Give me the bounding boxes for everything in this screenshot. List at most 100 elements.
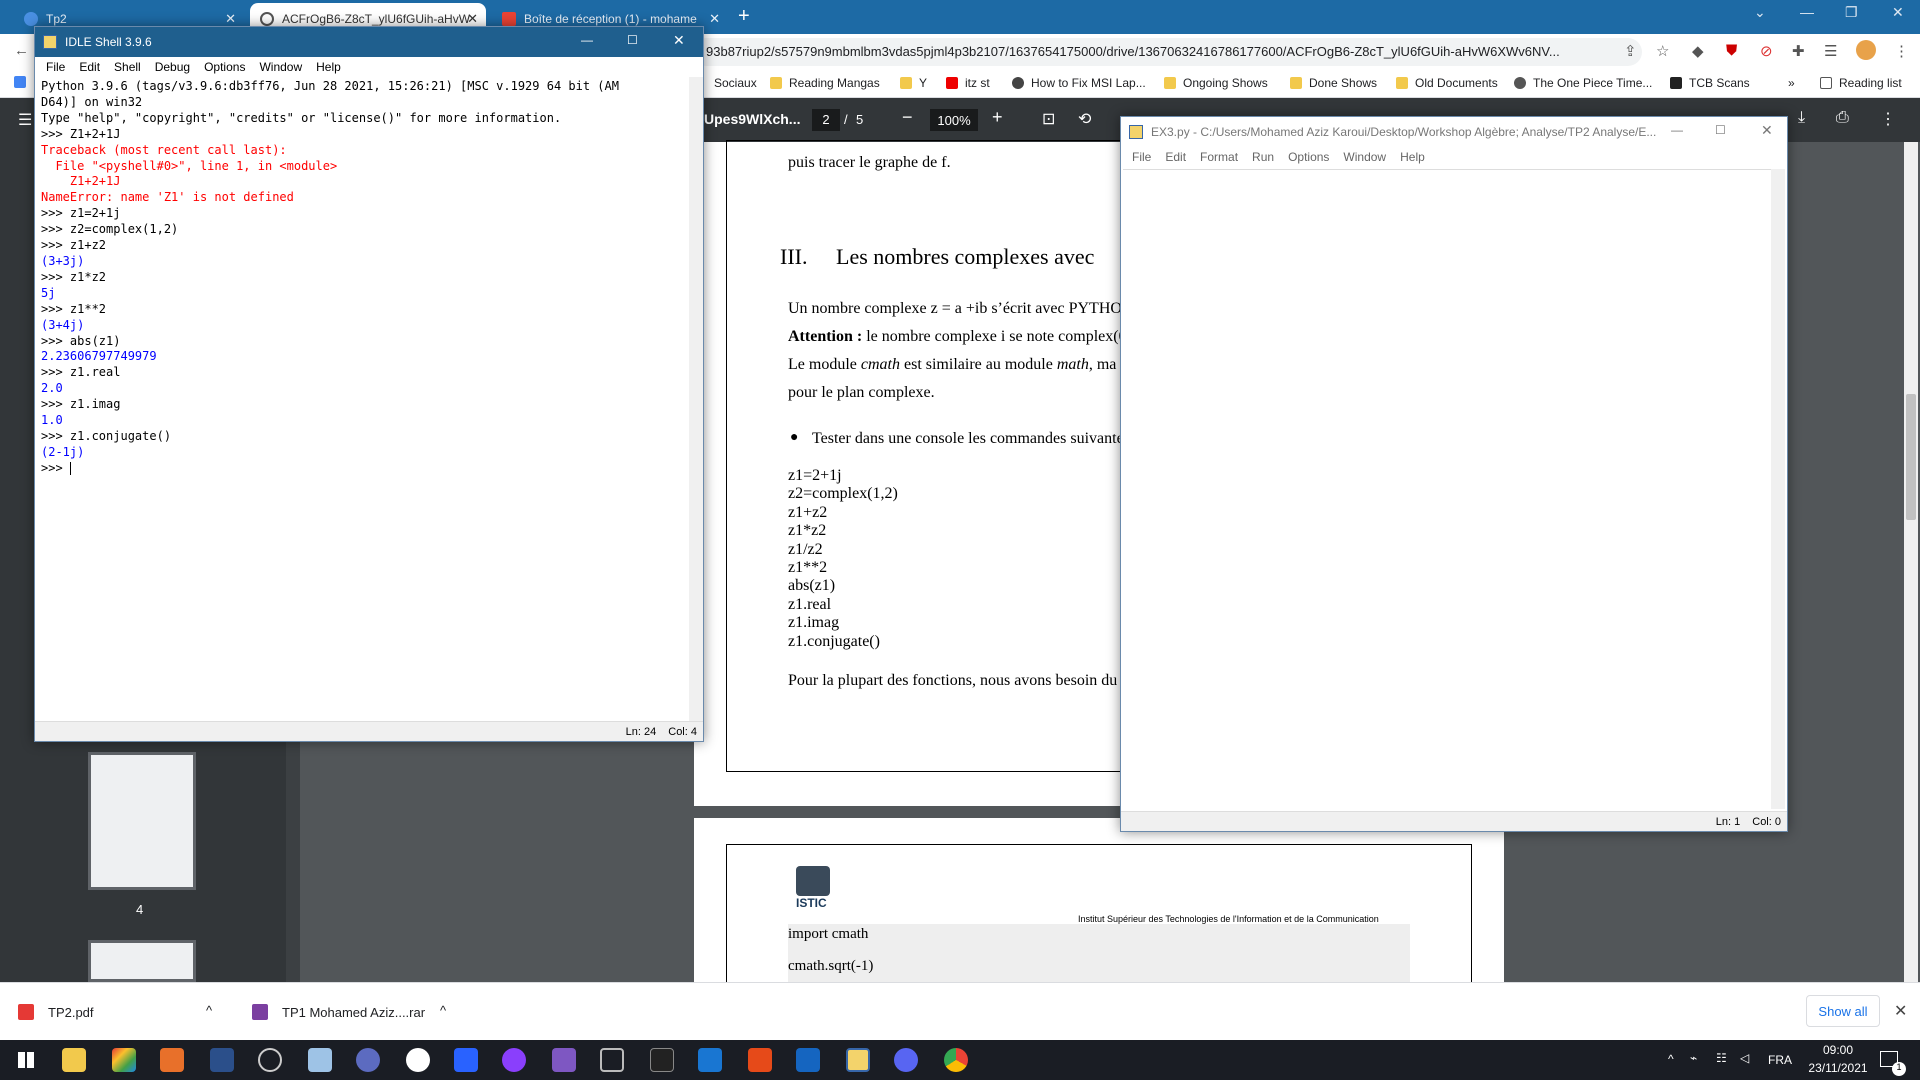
app-icon[interactable] — [112, 1048, 136, 1072]
page-number-input[interactable]: 2 — [812, 109, 840, 131]
editor-text-area[interactable] — [1123, 169, 1771, 809]
menu-help[interactable]: Help — [316, 60, 341, 74]
back-icon[interactable]: ← — [14, 42, 29, 59]
extension-icon[interactable]: ◆ — [1692, 42, 1704, 60]
puzzle-icon[interactable]: ✚ — [1792, 42, 1805, 60]
scrollbar[interactable] — [1771, 169, 1785, 809]
address-bar[interactable]: 93b87riup2/s57579n9mbmlbm3vdas5pjml4p3b2… — [692, 38, 1642, 66]
close-icon[interactable]: ✕ — [1892, 4, 1904, 21]
reading-list-icon[interactable]: ☰ — [1824, 42, 1837, 60]
chevron-up-icon[interactable]: ^ — [206, 1003, 212, 1018]
show-all-button[interactable]: Show all — [1806, 995, 1880, 1027]
app-icon[interactable] — [210, 1048, 234, 1072]
minimize-icon[interactable]: — — [1671, 123, 1683, 137]
app-icon[interactable] — [454, 1048, 478, 1072]
menu-window[interactable]: Window — [1343, 150, 1386, 164]
discord-icon[interactable] — [894, 1048, 918, 1072]
scrollbar[interactable] — [689, 77, 703, 721]
close-icon[interactable]: ✕ — [709, 11, 720, 27]
menu-edit[interactable]: Edit — [1165, 150, 1186, 164]
avatar[interactable] — [1856, 40, 1876, 60]
print-icon[interactable]: ⎙ — [1836, 109, 1849, 127]
tab-search-icon[interactable]: ⌄ — [1754, 4, 1766, 21]
maximize-icon[interactable]: ☐ — [627, 33, 638, 47]
bookmark-y[interactable]: Y — [900, 76, 927, 90]
menu-options[interactable]: Options — [1288, 150, 1329, 164]
menu-file[interactable]: File — [46, 60, 65, 74]
python-idle-icon[interactable] — [846, 1048, 870, 1072]
network-icon[interactable]: ⌁ — [1690, 1051, 1697, 1065]
title-bar[interactable]: EX3.py - C:/Users/Mohamed Aziz Karoui/De… — [1121, 117, 1787, 147]
reading-list-button[interactable]: Reading list — [1820, 76, 1902, 90]
more-bookmarks-icon[interactable]: » — [1788, 76, 1795, 90]
intellij-icon[interactable] — [796, 1048, 820, 1072]
menu-format[interactable]: Format — [1200, 150, 1238, 164]
language-indicator[interactable]: FRA — [1768, 1053, 1792, 1067]
close-icon[interactable]: ✕ — [673, 32, 685, 49]
app-icon[interactable] — [698, 1048, 722, 1072]
eclipse-icon[interactable] — [356, 1048, 380, 1072]
windows-start-icon[interactable] — [14, 1048, 38, 1072]
shell-output[interactable]: Python 3.9.6 (tags/v3.9.6:db3ff76, Jun 2… — [35, 77, 687, 717]
menu-file[interactable]: File — [1132, 150, 1151, 164]
bookmark-msi[interactable]: How to Fix MSI Lap... — [1012, 76, 1146, 90]
close-icon[interactable]: ✕ — [1894, 1001, 1907, 1021]
share-icon[interactable]: ⇪ — [1624, 42, 1637, 60]
menu-window[interactable]: Window — [259, 60, 302, 74]
file-explorer-icon[interactable] — [62, 1048, 86, 1072]
app-icon[interactable] — [406, 1048, 430, 1072]
menu-help[interactable]: Help — [1400, 150, 1425, 164]
clock-time[interactable]: 09:00 — [1808, 1043, 1868, 1057]
bookmark-ongoing-shows[interactable]: Ongoing Shows — [1164, 76, 1268, 90]
download-item[interactable]: TP2.pdf ^ — [18, 997, 218, 1027]
app-icon[interactable] — [258, 1048, 282, 1072]
ublock-icon[interactable]: ⛊ — [1726, 42, 1737, 59]
minimize-icon[interactable]: — — [581, 33, 593, 47]
wifi-icon[interactable]: ☷ — [1716, 1051, 1727, 1065]
bookmark-reading-mangas[interactable]: Reading Mangas — [770, 76, 880, 90]
download-item[interactable]: TP1 Mohamed Aziz....rar ^ — [252, 997, 452, 1027]
star-icon[interactable]: ☆ — [1656, 42, 1669, 60]
zoom-out-icon[interactable]: − — [902, 107, 913, 128]
app-icon[interactable] — [308, 1048, 332, 1072]
scrollbar-thumb[interactable] — [1906, 394, 1916, 520]
bookmark-done-shows[interactable]: Done Shows — [1290, 76, 1377, 90]
bookmark-sociaux[interactable]: Sociaux — [714, 76, 757, 90]
extension-icon[interactable]: ⊘ — [1760, 42, 1773, 60]
bookmark-tcb-scans[interactable]: TCB Scans — [1670, 76, 1750, 90]
fit-page-icon[interactable]: ⊡ — [1042, 109, 1055, 129]
menu-icon[interactable]: ☰ — [18, 110, 32, 130]
download-icon[interactable]: ⤓ — [1798, 109, 1805, 127]
apps-icon[interactable] — [14, 76, 33, 88]
chrome-icon[interactable] — [944, 1048, 968, 1072]
new-tab-button[interactable]: + — [738, 5, 750, 28]
bookmark-old-documents[interactable]: Old Documents — [1396, 76, 1498, 90]
title-bar[interactable]: IDLE Shell 3.9.6 — ☐ ✕ — [35, 27, 703, 57]
menu-options[interactable]: Options — [204, 60, 245, 74]
zoom-in-icon[interactable]: + — [992, 107, 1003, 128]
xampp-icon[interactable] — [160, 1048, 184, 1072]
menu-shell[interactable]: Shell — [114, 60, 141, 74]
menu-run[interactable]: Run — [1252, 150, 1274, 164]
visual-studio-icon[interactable] — [552, 1048, 576, 1072]
menu-edit[interactable]: Edit — [79, 60, 100, 74]
close-icon[interactable]: ✕ — [467, 11, 478, 27]
clock-date[interactable]: 23/11/2021 — [1800, 1061, 1876, 1075]
rotate-icon[interactable]: ⟲ — [1078, 109, 1091, 129]
app-icon[interactable] — [600, 1048, 624, 1072]
page-thumbnail[interactable] — [88, 752, 196, 890]
maximize-icon[interactable]: ☐ — [1715, 123, 1726, 137]
app-icon[interactable] — [502, 1048, 526, 1072]
close-icon[interactable]: ✕ — [1761, 122, 1773, 139]
page-thumbnail[interactable] — [88, 940, 196, 982]
zoom-input[interactable]: 100% — [930, 109, 978, 131]
close-icon[interactable]: ✕ — [225, 11, 236, 27]
chevron-up-icon[interactable]: ^ — [440, 1003, 446, 1018]
menu-debug[interactable]: Debug — [155, 60, 190, 74]
volume-icon[interactable]: ◁ — [1740, 1051, 1749, 1065]
menu-icon[interactable]: ⋮ — [1894, 42, 1909, 60]
scrollbar[interactable] — [1904, 142, 1918, 982]
bookmark-one-piece[interactable]: The One Piece Time... — [1514, 76, 1652, 90]
more-icon[interactable]: ⋮ — [1880, 109, 1896, 129]
bookmark-itz-st[interactable]: itz st — [946, 76, 990, 90]
